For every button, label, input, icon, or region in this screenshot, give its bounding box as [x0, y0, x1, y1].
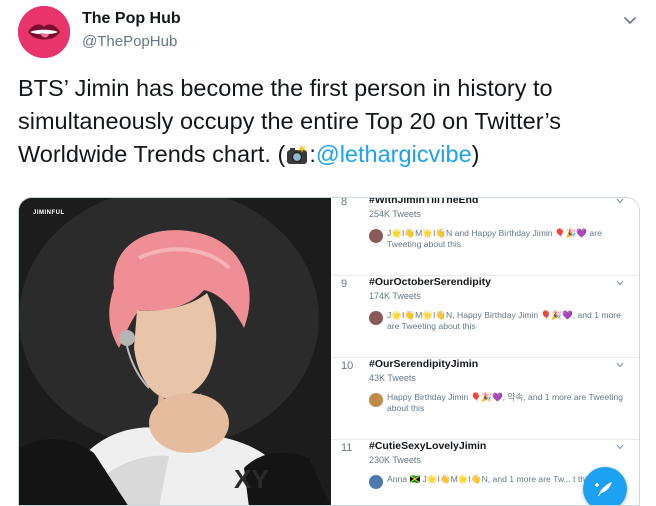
trend-hashtag[interactable]: #CutieSexyLovelyJimin	[369, 440, 486, 452]
trend-rank: 11	[341, 442, 353, 454]
chevron-down-icon[interactable]	[615, 360, 625, 370]
trend-rank: 10	[341, 360, 354, 372]
trend-tweet-count: 43K Tweets	[369, 373, 416, 383]
user-avatar	[369, 311, 383, 325]
account-name[interactable]: The Pop Hub	[82, 10, 181, 28]
trend-item[interactable]: 10 #OurSerendipityJimin 43K Tweets Happy…	[331, 358, 639, 440]
mention-link[interactable]: @lethargicvibe	[316, 141, 472, 167]
user-avatar	[369, 475, 383, 489]
trend-context-text: Anna 🇯🇲 J🌟I👋M🌟I👋N, and 1 more are Tw... …	[387, 474, 592, 484]
svg-text:XY: XY	[234, 464, 269, 494]
photo-illustration: XY	[19, 198, 331, 505]
trend-item[interactable]: 9 #OurOctoberSerendipity 174K Tweets J🌟I…	[331, 276, 639, 358]
chevron-down-icon[interactable]	[615, 197, 625, 206]
trend-hashtag[interactable]: #WithJiminTillTheEnd	[369, 198, 478, 206]
account-handle[interactable]: @ThePopHub	[82, 33, 177, 50]
chevron-down-icon[interactable]	[615, 442, 625, 452]
jimin-photo[interactable]: XY JIMINFUL	[19, 198, 331, 505]
tweet-text-end: )	[471, 141, 480, 167]
chevron-down-icon[interactable]	[615, 278, 625, 288]
trend-context: Happy Birthday Jimin 🎈🎉💜, 약속, and 1 more…	[369, 392, 631, 414]
trend-context-text: J🌟I👋M🌟I👋N and Happy Birthday Jimin 🎈🎉💜 a…	[387, 228, 602, 249]
trend-rank: 9	[341, 278, 348, 290]
trend-tweet-count: 230K Tweets	[369, 455, 421, 465]
compose-feather-icon	[595, 482, 612, 496]
camera-flash-emoji	[287, 145, 308, 164]
trend-hashtag[interactable]: #OurSerendipityJimin	[369, 358, 478, 370]
trend-item[interactable]: 8 #WithJiminTillTheEnd 254K Tweets J🌟I👋M…	[331, 197, 639, 276]
user-avatar	[369, 229, 383, 243]
trend-tweet-count: 254K Tweets	[369, 209, 421, 219]
chevron-down-icon[interactable]	[622, 12, 638, 28]
tweet-media[interactable]: XY JIMINFUL 8 #WithJiminTillTheEnd 254K …	[18, 197, 640, 506]
trend-hashtag[interactable]: #OurOctoberSerendipity	[369, 276, 491, 288]
photo-watermark: JIMINFUL	[33, 210, 65, 216]
account-avatar[interactable]	[18, 6, 70, 58]
user-avatar	[369, 393, 383, 407]
trend-rank: 8	[341, 197, 348, 208]
trend-tweet-count: 174K Tweets	[369, 291, 421, 301]
trends-screenshot: 8 #WithJiminTillTheEnd 254K Tweets J🌟I👋M…	[331, 197, 639, 505]
trend-context-text: J🌟I👋M🌟I👋N, Happy Birthday Jimin 🎈🎉💜, and…	[387, 310, 621, 331]
trend-context: J🌟I👋M🌟I👋N and Happy Birthday Jimin 🎈🎉💜 a…	[369, 228, 631, 250]
compose-tweet-button[interactable]	[583, 467, 627, 505]
trend-context-text: Happy Birthday Jimin 🎈🎉💜, 약속, and 1 more…	[387, 392, 623, 413]
tweet-text: BTS’ Jimin has become the first person i…	[18, 72, 638, 171]
lips-icon	[18, 6, 70, 58]
tweet: The Pop Hub @ThePopHub BTS’ Jimin has be…	[0, 0, 656, 506]
trend-context: J🌟I👋M🌟I👋N, Happy Birthday Jimin 🎈🎉💜, and…	[369, 310, 631, 332]
